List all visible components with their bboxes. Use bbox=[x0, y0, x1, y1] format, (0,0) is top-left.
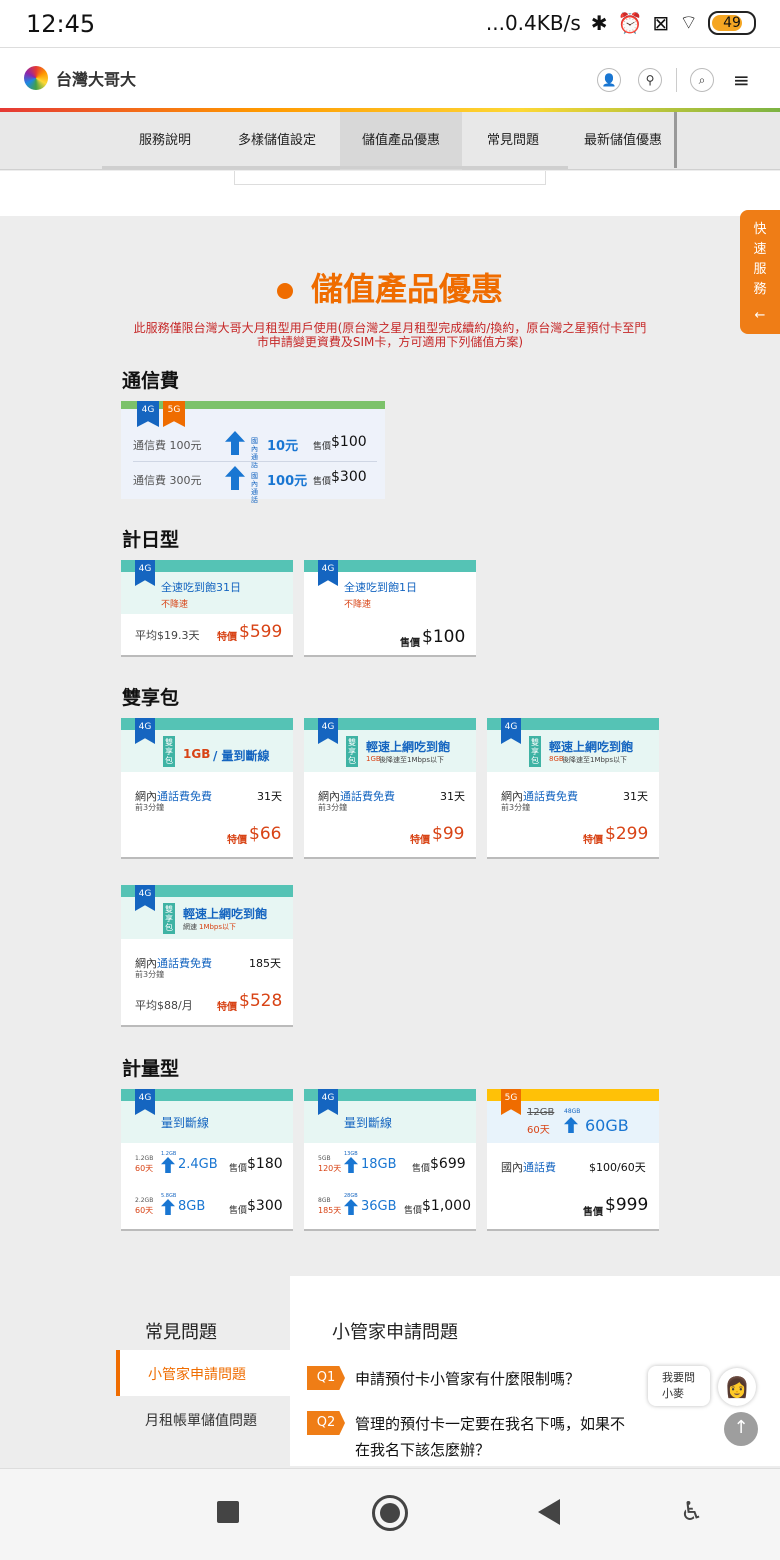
faq-panel-title: 小管家申請問題 bbox=[332, 1322, 458, 1343]
daily-card-1[interactable]: 4G 全速吃到飽1日 不降速 售價 $100 bbox=[304, 560, 476, 655]
q2-badge: Q2 bbox=[307, 1411, 345, 1435]
clock: 12:45 bbox=[26, 10, 96, 38]
bluetooth-icon: ✱ bbox=[590, 10, 608, 35]
dual-card-66[interactable]: 4G 雙享包 1GB / 量到斷線 網內 通話費免費 前3分鐘 31天 特價 $… bbox=[121, 718, 293, 857]
tab-topup-settings[interactable]: 多樣儲值設定 bbox=[224, 112, 330, 170]
tab-service-info[interactable]: 服務說明 bbox=[118, 112, 212, 170]
tab-bar: 服務說明 多樣儲值設定 儲值產品優惠 常見問題 最新儲值優惠 bbox=[0, 112, 780, 170]
metered-card-5g[interactable]: 5G 12GB 60天 48GB 60GB 國內 通話費 $100/60天 售價… bbox=[487, 1089, 659, 1229]
faq-menu-active[interactable]: 小管家申請問題 bbox=[116, 1350, 290, 1396]
notice-text: 此服務僅限台灣大哥大月租型用戶使用(原台灣之星月租型完成續約/換約，原台灣之星預… bbox=[133, 321, 647, 349]
user-icon[interactable]: 👤 bbox=[597, 68, 621, 92]
faq-section: 常見問題 小管家申請問題 月租帳單儲值問題 小管家申請問題 Q1 申請預付卡小管… bbox=[0, 1276, 780, 1466]
accessibility-icon[interactable]: ♿ bbox=[680, 1497, 703, 1527]
status-bar: 12:45 ...0.4KB/s ✱ ⏰ ⊠ ⌔ 49 bbox=[0, 0, 780, 48]
section-title: 儲值產品優惠 bbox=[0, 264, 780, 310]
q1-badge: Q1 bbox=[307, 1366, 345, 1390]
tab-scroll-track bbox=[102, 166, 568, 169]
assistant-avatar[interactable]: 👩 bbox=[718, 1368, 756, 1406]
divider bbox=[676, 68, 677, 92]
category-telecom: 通信費 bbox=[122, 370, 180, 392]
metered-card-1[interactable]: 4G 量到斷線 1.2GB 60天 1.2GB 2.4GB 售價 $180 2.… bbox=[121, 1089, 293, 1229]
faq-menu-item: 小管家申請問題 bbox=[148, 1367, 246, 1383]
system-nav-bar: ♿ bbox=[0, 1468, 780, 1560]
sim-off-icon: ⊠ bbox=[652, 10, 670, 35]
dropdown-remnant bbox=[234, 171, 546, 185]
tag-5g: 5G bbox=[163, 401, 185, 427]
dual-card-528[interactable]: 4G 雙享包 輕速上網吃到飽 網速 1Mbps以下 網內 通話費免費 前3分鐘 … bbox=[121, 885, 293, 1025]
faq-question-2-cont[interactable]: 在我名下該怎麼辦？ bbox=[355, 1439, 490, 1460]
alarm-icon: ⏰ bbox=[617, 10, 643, 35]
bullet-icon bbox=[276, 283, 293, 299]
wifi-icon: ⌔ bbox=[679, 10, 698, 34]
category-dual: 雙享包 bbox=[122, 687, 180, 709]
category-daily: 計日型 bbox=[122, 529, 180, 551]
search-icon[interactable]: ⌕ bbox=[690, 68, 714, 92]
boost-icon bbox=[225, 466, 245, 490]
location-icon[interactable]: ⚲ bbox=[638, 68, 662, 92]
tag-4g: 4G bbox=[137, 401, 159, 427]
home-button[interactable] bbox=[372, 1495, 408, 1531]
menu-icon[interactable]: ≡ bbox=[733, 70, 750, 90]
upgrade-icon bbox=[161, 1157, 175, 1173]
network-speed: ...0.4KB/s bbox=[485, 10, 581, 35]
dual-card-299[interactable]: 4G 雙享包 輕速上網吃到飽 8GB 後降速至1Mbps以下 網內 通話費免費 … bbox=[487, 718, 659, 857]
recents-button[interactable] bbox=[217, 1501, 239, 1523]
upgrade-icon bbox=[344, 1157, 358, 1173]
dual-card-99[interactable]: 4G 雙享包 輕速上網吃到飽 1GB 後降速至1Mbps以下 網內 通話費免費 … bbox=[304, 718, 476, 857]
boost-icon bbox=[225, 431, 245, 455]
content-top bbox=[0, 171, 780, 216]
upgrade-icon bbox=[344, 1199, 358, 1215]
daily-card-31[interactable]: 4G 全速吃到飽31日 不降速 平均$19.3天 特價 $599 bbox=[121, 560, 293, 655]
telecom-card[interactable]: 4G 5G 通信費 100元 國內通話 10元 售價 $100 通信費 300元… bbox=[121, 401, 385, 504]
dual-badge: 雙享包 bbox=[163, 736, 175, 767]
brand-logo[interactable]: 台灣大哥大 bbox=[24, 66, 136, 90]
tab-topup-offers[interactable]: 儲值產品優惠 bbox=[340, 112, 462, 170]
site-header: 台灣大哥大 👤 ⚲ ⌕ ≡ bbox=[0, 48, 780, 110]
upgrade-icon bbox=[161, 1199, 175, 1215]
status-icons: ...0.4KB/s ✱ ⏰ ⊠ ⌔ 49 bbox=[486, 10, 756, 35]
tab-faq[interactable]: 常見問題 bbox=[470, 112, 556, 170]
category-metered: 計量型 bbox=[122, 1058, 180, 1080]
logo-icon bbox=[24, 66, 48, 90]
assistant-bubble[interactable]: 我要問 小麥 bbox=[648, 1366, 710, 1406]
metered-card-2[interactable]: 4G 量到斷線 5GB 120天 13GB 18GB 售價 $699 8GB 1… bbox=[304, 1089, 476, 1229]
tab-scroll-edge bbox=[674, 112, 677, 168]
back-button[interactable] bbox=[538, 1499, 560, 1525]
faq-menu-item[interactable]: 月租帳單儲值問題 bbox=[145, 1410, 257, 1430]
faq-heading: 常見問題 bbox=[145, 1322, 217, 1343]
back-to-top-button[interactable]: ↑ bbox=[724, 1412, 758, 1446]
faq-question-1[interactable]: 申請預付卡小管家有什麼限制嗎？ bbox=[355, 1368, 580, 1389]
battery-icon: 49 bbox=[708, 10, 756, 35]
faq-sidebar: 常見問題 小管家申請問題 月租帳單儲值問題 bbox=[0, 1276, 290, 1466]
faq-question-2[interactable]: 管理的預付卡一定要在我名下嗎，如果不 bbox=[355, 1413, 625, 1434]
tab-latest-offers[interactable]: 最新儲值優惠 bbox=[572, 112, 674, 170]
brand-name: 台灣大哥大 bbox=[56, 70, 137, 89]
